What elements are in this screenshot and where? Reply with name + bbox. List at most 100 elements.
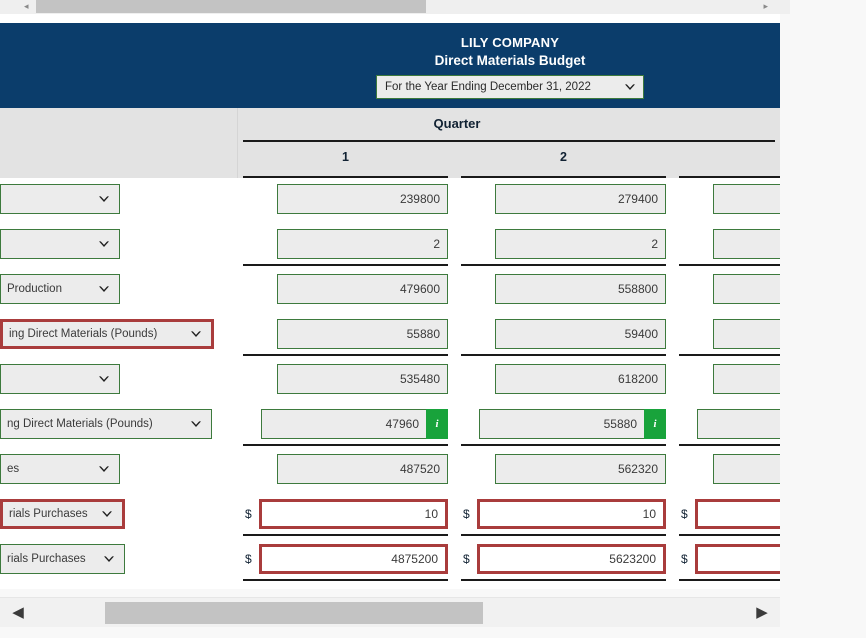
value-cell-q2: 55880 i (461, 408, 666, 440)
row-total-rule (679, 579, 780, 581)
currency-symbol: $ (681, 507, 688, 521)
info-icon[interactable]: i (426, 409, 448, 439)
value-cell-q1: 55880 (243, 318, 448, 350)
value-input-q1[interactable]: 4875200 (259, 544, 448, 574)
value-input-q2[interactable]: 55880 (479, 409, 644, 439)
currency-symbol: $ (245, 507, 252, 521)
row-total-rule (461, 579, 666, 581)
value-cell-q2: $5623200 (461, 543, 666, 575)
value-input-q2[interactable]: 558800 (495, 274, 666, 304)
value-cell-q1: 535480 (243, 363, 448, 395)
value-cell-q1: 487520 (243, 453, 448, 485)
row-label-select-3[interactable]: Production (0, 274, 120, 304)
column-header-q2-label: 2 (560, 150, 567, 164)
row-label-cell: ing Direct Materials (Pounds) (0, 319, 238, 349)
row-label-select-value: ng Direct Materials (Pounds) (7, 418, 153, 430)
row-label-select-1[interactable] (0, 184, 120, 214)
value-input-q2[interactable]: 562320 (495, 454, 666, 484)
info-icon[interactable]: i (644, 409, 666, 439)
row-total-rule (243, 264, 448, 266)
bottom-horizontal-scrollbar[interactable]: ◀ ▶ (0, 597, 780, 627)
column-header-q1: 1 (243, 142, 448, 178)
value-input-q2[interactable]: 618200 (495, 364, 666, 394)
value-cell-q3 (679, 273, 780, 305)
value-input-q1[interactable]: 47960 (261, 409, 426, 439)
value-input-q2[interactable]: 10 (477, 499, 666, 529)
value-cell-q3: $ (679, 543, 780, 575)
chevron-down-icon (97, 192, 111, 206)
scroll-right-arrow-icon[interactable]: ▶ (754, 604, 770, 622)
row-label-select-7[interactable]: es (0, 454, 120, 484)
budget-worksheet: LILY COMPANY Direct Materials Budget For… (0, 23, 780, 589)
row-total-rule (679, 444, 780, 446)
value-input-q3[interactable] (713, 319, 780, 349)
value-cell-q3 (679, 318, 780, 350)
value-input-q2[interactable]: 5623200 (477, 544, 666, 574)
top-horizontal-scrollbar[interactable]: ◂ ▸ (0, 0, 790, 14)
header-group-label: Quarter (433, 116, 481, 131)
row-label-cell (0, 364, 238, 394)
value-input-q1[interactable]: 2 (277, 229, 448, 259)
period-select-value: For the Year Ending December 31, 2022 (385, 81, 591, 93)
column-header-q3 (679, 142, 780, 178)
value-input-q3[interactable] (713, 364, 780, 394)
scroll-right-arrow-icon[interactable]: ▸ (763, 1, 768, 11)
value-cell-q1: 239800 (243, 183, 448, 215)
value-cell-q3 (679, 408, 780, 440)
row-label-select-6[interactable]: ng Direct Materials (Pounds) (0, 409, 212, 439)
scroll-left-arrow-icon[interactable]: ◀ (10, 604, 26, 622)
value-input-q1[interactable]: 487520 (277, 454, 448, 484)
row-label-select-4[interactable]: ing Direct Materials (Pounds) (0, 319, 214, 349)
value-input-q3[interactable] (695, 499, 780, 529)
value-input-q3[interactable] (713, 229, 780, 259)
scrollbar-gap (0, 14, 780, 23)
value-input-q1[interactable]: 55880 (277, 319, 448, 349)
row-label-select-2[interactable] (0, 229, 120, 259)
row-label-select-5[interactable] (0, 364, 120, 394)
value-input-q2[interactable]: 59400 (495, 319, 666, 349)
value-input-q2[interactable]: 279400 (495, 184, 666, 214)
top-scrollbar-thumb[interactable] (36, 0, 426, 13)
row-label-select-8[interactable]: rials Purchases (0, 499, 125, 529)
value-cell-q1: 479600 (243, 273, 448, 305)
worksheet-page: ◂ ▸ LILY COMPANY Direct Materials Budget… (0, 0, 866, 638)
row-total-rule (243, 354, 448, 356)
chevron-down-icon (189, 417, 203, 431)
value-input-q3[interactable] (713, 274, 780, 304)
chevron-down-icon (623, 80, 637, 94)
worksheet-rows: 239800 279400 2 2 Production 479600 558800 ing … (0, 178, 780, 583)
row-total-rule (461, 354, 666, 356)
company-name: LILY COMPANY (460, 35, 560, 50)
row-total-rule (461, 264, 666, 266)
row-label-cell (0, 184, 238, 214)
value-input-q3[interactable] (713, 184, 780, 214)
row-label-select-value: rials Purchases (9, 508, 88, 520)
chevron-down-icon (189, 327, 203, 341)
currency-symbol: $ (245, 552, 252, 566)
value-input-q3[interactable] (695, 544, 780, 574)
row-label-select-9[interactable]: rials Purchases (0, 544, 125, 574)
table-header: Quarter 1 2 (0, 108, 780, 178)
value-input-q1[interactable]: 479600 (277, 274, 448, 304)
value-input-q3[interactable] (697, 409, 780, 439)
period-select[interactable]: For the Year Ending December 31, 2022 (376, 75, 644, 99)
value-cell-q2: 562320 (461, 453, 666, 485)
bottom-scrollbar-thumb[interactable] (105, 602, 483, 624)
value-input-q1[interactable]: 535480 (277, 364, 448, 394)
value-cell-q3 (679, 453, 780, 485)
row-label-cell: es (0, 454, 238, 484)
table-row: rials Purchases $4875200 $5623200 $ (0, 538, 780, 583)
value-input-q1[interactable]: 239800 (277, 184, 448, 214)
value-input-q3[interactable] (713, 454, 780, 484)
table-row: rials Purchases $10 $10 $ (0, 493, 780, 538)
chevron-down-icon (97, 237, 111, 251)
value-input-q2[interactable]: 2 (495, 229, 666, 259)
value-input-q1[interactable]: 10 (259, 499, 448, 529)
row-total-rule (461, 534, 666, 536)
scroll-left-arrow-icon[interactable]: ◂ (24, 1, 29, 11)
row-total-rule (461, 444, 666, 446)
row-label-cell: Production (0, 274, 238, 304)
row-label-cell: ng Direct Materials (Pounds) (0, 409, 238, 439)
value-cell-q2: 2 (461, 228, 666, 260)
table-row: 239800 279400 (0, 178, 780, 223)
